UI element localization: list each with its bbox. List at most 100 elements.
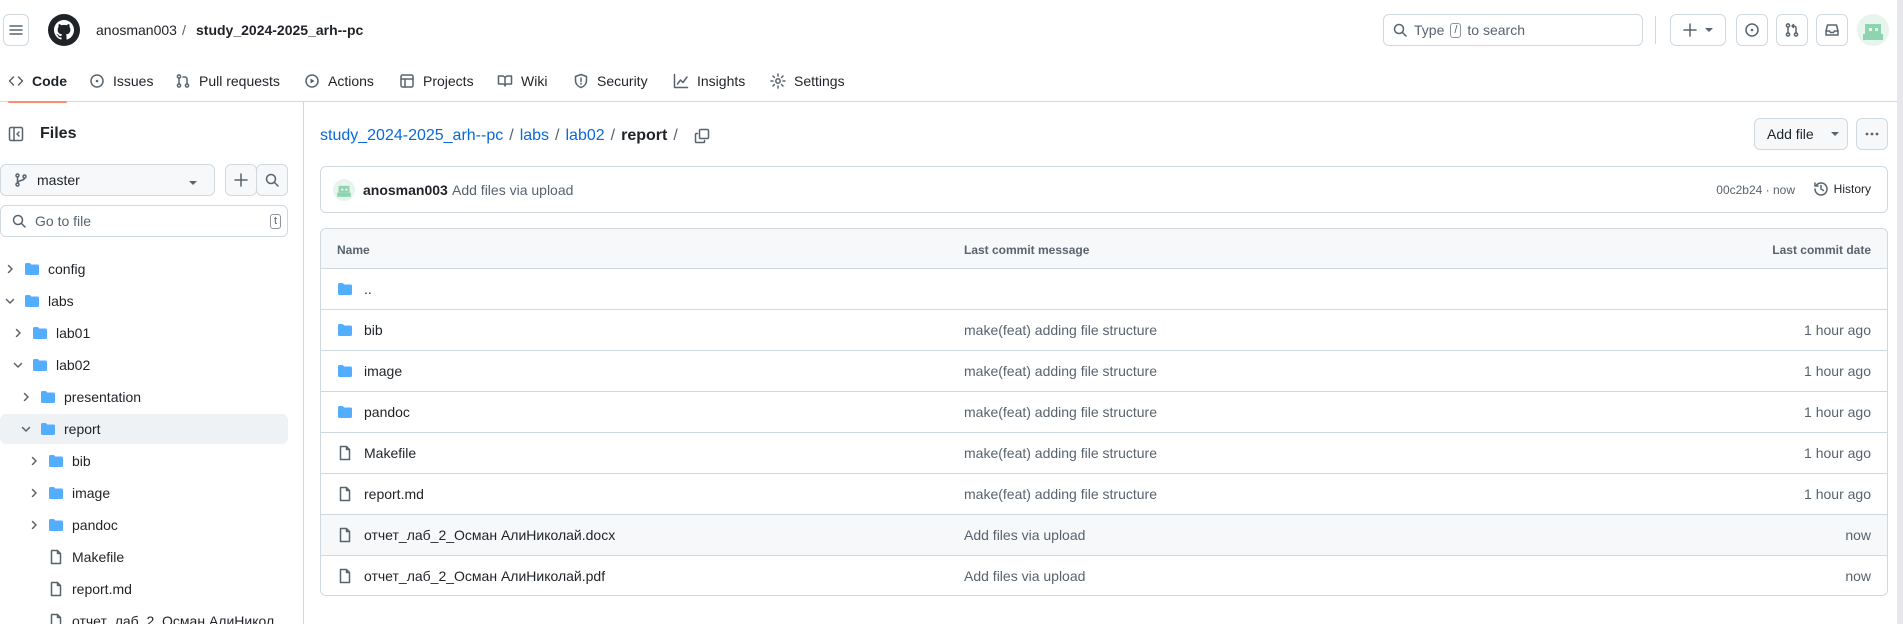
row-commit-message[interactable]: make(feat) adding file structure <box>964 486 1157 502</box>
repo-name-link[interactable]: study_2024-2025_arh--pc <box>196 22 363 38</box>
chevron-down-icon[interactable] <box>4 295 16 307</box>
tree-file-item[interactable]: Makefile <box>0 542 288 572</box>
breadcrumb-separator: / <box>555 127 560 144</box>
github-logo[interactable] <box>48 14 80 46</box>
tree-expander[interactable] <box>26 485 42 501</box>
play-icon <box>305 74 319 88</box>
breadcrumb-labs-link[interactable]: labs <box>520 127 549 145</box>
table-row[interactable]: report.md make(feat) adding file structur… <box>321 474 1887 515</box>
tree-expander[interactable] <box>18 421 34 437</box>
tree-expander[interactable] <box>10 357 26 373</box>
tab-issues[interactable]: Issues <box>89 60 153 102</box>
chevron-right-icon[interactable] <box>28 487 40 499</box>
history-button[interactable]: History <box>1813 181 1871 197</box>
row-name-link[interactable]: bib <box>364 322 383 338</box>
tree-expander[interactable] <box>10 325 26 341</box>
chevron-down-icon[interactable] <box>20 423 32 435</box>
tab-projects[interactable]: Projects <box>399 60 474 102</box>
page-scrollbar[interactable] <box>1897 0 1903 624</box>
chevron-right-icon[interactable] <box>12 327 24 339</box>
tree-expander[interactable] <box>18 389 34 405</box>
collapse-sidebar-button[interactable] <box>2 120 30 148</box>
row-name-link[interactable]: pandoc <box>364 404 410 420</box>
tree-folder-item[interactable]: labs <box>0 286 288 316</box>
latest-commit-box: anosman003 Add files via upload 00c2b24 … <box>320 166 1888 213</box>
tab-insights[interactable]: Insights <box>673 60 745 102</box>
tree-folder-item[interactable]: image <box>0 478 288 508</box>
tab-settings[interactable]: Settings <box>770 60 845 102</box>
row-commit-message[interactable]: Add files via upload <box>964 568 1085 584</box>
more-options-button[interactable] <box>1856 118 1888 150</box>
row-commit-message[interactable]: make(feat) adding file structure <box>964 404 1157 420</box>
table-row[interactable]: отчет_лаб_2_Осман АлиНиколай.docx Add fil… <box>321 515 1887 556</box>
tree-folder-item[interactable]: config <box>0 254 288 284</box>
table-row[interactable]: отчет_лаб_2_Осман АлиНиколай.pdf Add file… <box>321 556 1887 595</box>
chevron-right-icon[interactable] <box>4 263 16 275</box>
create-new-button[interactable] <box>1670 14 1726 46</box>
row-name-link[interactable]: отчет_лаб_2_Осман АлиНиколай.docx <box>364 527 615 543</box>
column-header-date: Last commit date <box>1772 243 1871 257</box>
chevron-down-icon[interactable] <box>12 359 24 371</box>
row-name-link[interactable]: отчет_лаб_2_Осман АлиНиколай.pdf <box>364 568 605 584</box>
table-row[interactable]: .. <box>321 269 1887 310</box>
commit-author-avatar[interactable] <box>333 179 355 201</box>
table-row[interactable]: bib make(feat) adding file structure 1 hou… <box>321 310 1887 351</box>
row-commit-message[interactable]: Add files via upload <box>964 527 1085 543</box>
tree-file-item[interactable]: отчет_лаб_2_Осман АлиНикол... <box>0 606 288 624</box>
inbox-button[interactable] <box>1816 14 1848 46</box>
add-file-button[interactable]: Add file <box>1754 118 1848 150</box>
row-commit-message[interactable]: make(feat) adding file structure <box>964 445 1157 461</box>
row-commit-message[interactable]: make(feat) adding file structure <box>964 363 1157 379</box>
chevron-right-icon[interactable] <box>28 519 40 531</box>
tab-security[interactable]: Security <box>573 60 648 102</box>
chevron-right-icon[interactable] <box>20 391 32 403</box>
tree-folder-item[interactable]: pandoc <box>0 510 288 540</box>
menu-button[interactable] <box>3 14 29 46</box>
issues-button[interactable] <box>1736 14 1768 46</box>
tab-wiki[interactable]: Wiki <box>497 60 547 102</box>
search-input[interactable]: Type / to search <box>1383 14 1643 46</box>
breadcrumb-lab02-link[interactable]: lab02 <box>566 127 605 145</box>
tree-expander[interactable] <box>2 261 18 277</box>
search-files-button[interactable] <box>256 164 288 196</box>
user-avatar[interactable] <box>1857 14 1889 46</box>
breadcrumb: study_2024-2025_arh--pc / labs / lab02 /… <box>320 126 712 146</box>
tree-expander[interactable] <box>2 293 18 309</box>
go-to-file-input[interactable]: Go to file t <box>0 205 288 237</box>
breadcrumb-repo-link[interactable]: study_2024-2025_arh--pc <box>320 127 503 145</box>
commit-author-link[interactable]: anosman003 <box>363 182 448 198</box>
row-name-link[interactable]: report.md <box>364 486 424 502</box>
file-icon <box>339 486 351 502</box>
branch-selector[interactable]: master <box>0 164 215 196</box>
add-file-sidebar-button[interactable] <box>225 164 257 196</box>
tab-settings-label: Settings <box>794 73 845 89</box>
table-row[interactable]: Makefile make(feat) adding file structure… <box>321 433 1887 474</box>
copy-path-button[interactable] <box>692 126 712 146</box>
tree-expander[interactable] <box>26 517 42 533</box>
chevron-right-icon[interactable] <box>28 455 40 467</box>
tree-folder-item[interactable]: report <box>0 414 288 444</box>
tab-actions[interactable]: Actions <box>304 60 374 102</box>
table-row[interactable]: image make(feat) adding file structure 1 h… <box>321 351 1887 392</box>
tree-folder-item[interactable]: presentation <box>0 382 288 412</box>
table-row[interactable]: pandoc make(feat) adding file structure 1 … <box>321 392 1887 433</box>
pull-requests-button[interactable] <box>1776 14 1808 46</box>
tree-folder-item[interactable]: lab01 <box>0 318 288 348</box>
row-name-link[interactable]: Makefile <box>364 445 416 461</box>
tree-expander[interactable] <box>26 453 42 469</box>
tab-code[interactable]: Code <box>8 60 67 103</box>
tree-file-item[interactable]: report.md <box>0 574 288 604</box>
row-name-link[interactable]: image <box>364 363 402 379</box>
commit-message-link[interactable]: Add files via upload <box>452 182 573 198</box>
tree-folder-item[interactable]: lab02 <box>0 350 288 380</box>
folder-icon <box>33 327 47 339</box>
row-name-link[interactable]: .. <box>364 281 372 297</box>
folder-icon-wrap <box>48 453 64 469</box>
tree-item-label: pandoc <box>72 517 118 533</box>
commit-hash-time[interactable]: 00c2b24 · now <box>1716 183 1795 197</box>
repo-owner-link[interactable]: anosman003 <box>96 22 177 38</box>
tab-pull-requests[interactable]: Pull requests <box>175 60 280 102</box>
tree-folder-item[interactable]: bib <box>0 446 288 476</box>
file-icon <box>339 568 351 584</box>
row-commit-message[interactable]: make(feat) adding file structure <box>964 322 1157 338</box>
